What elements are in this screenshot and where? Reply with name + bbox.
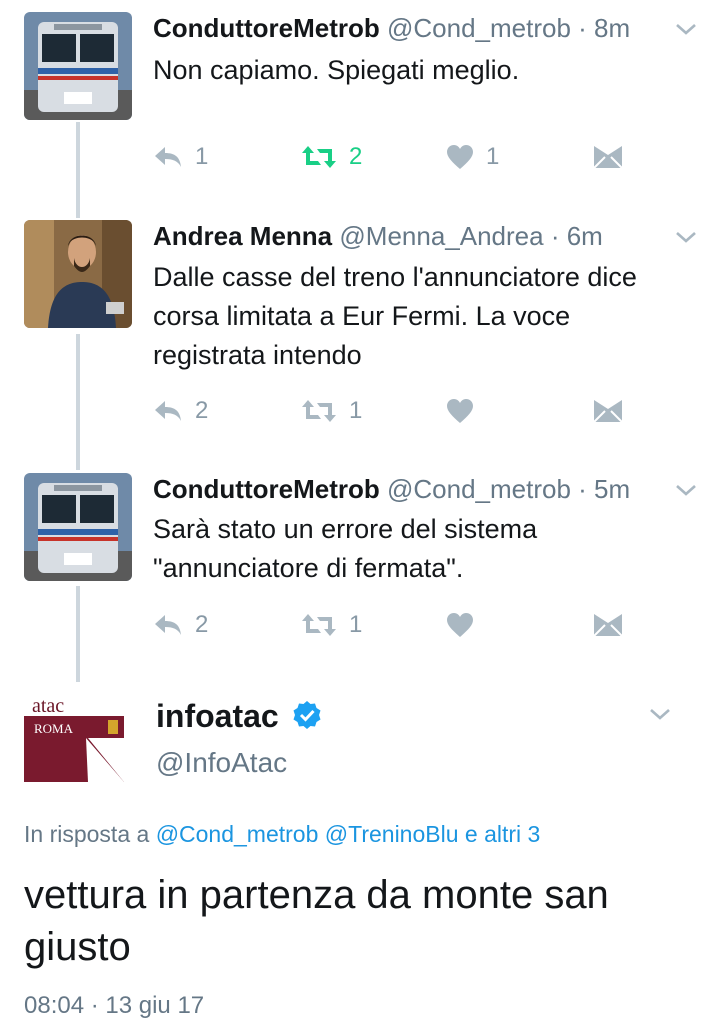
like-button[interactable]: 1 bbox=[446, 142, 499, 172]
avatar[interactable]: atac ROMA bbox=[24, 690, 124, 782]
tweet-text: Non capiamo. Spiegati meglio. bbox=[153, 51, 519, 90]
author-handle[interactable]: @Cond_metrob bbox=[387, 13, 571, 43]
tweet-time: · 5m bbox=[578, 474, 631, 504]
tweet-header: Andrea Menna @Menna_Andrea · 6m bbox=[153, 220, 603, 252]
retweet-button[interactable]: 2 bbox=[301, 142, 362, 172]
reply-icon bbox=[155, 615, 181, 635]
tweet-header: ConduttoreMetrob @Cond_metrob · 8m bbox=[153, 12, 630, 44]
retweet-count: 1 bbox=[349, 397, 363, 424]
like-button[interactable] bbox=[446, 396, 474, 426]
tweet-text: Sarà stato un errore del sistema "annunc… bbox=[153, 510, 537, 588]
reply-icon bbox=[155, 401, 181, 421]
chevron-down-icon[interactable] bbox=[648, 705, 672, 723]
tweet[interactable]: ConduttoreMetrob @Cond_metrob · 5m Sarà … bbox=[0, 473, 720, 643]
like-icon bbox=[447, 613, 473, 637]
tweet[interactable]: Andrea Menna @Menna_Andrea · 6m Dalle ca… bbox=[0, 220, 720, 430]
reply-button[interactable]: 1 bbox=[153, 142, 208, 172]
dm-icon bbox=[593, 146, 623, 169]
retweet-button[interactable]: 1 bbox=[301, 610, 362, 640]
chevron-down-icon[interactable] bbox=[674, 228, 698, 246]
tweet-text-line: Sarà stato un errore del sistema bbox=[153, 514, 538, 544]
reply-count: 1 bbox=[195, 143, 209, 170]
reply-icon bbox=[155, 147, 181, 167]
like-count: 1 bbox=[486, 143, 500, 170]
avatar[interactable] bbox=[24, 220, 132, 328]
reply-button[interactable]: 2 bbox=[153, 396, 208, 426]
person-avatar-image bbox=[24, 220, 132, 328]
train-avatar-image bbox=[24, 473, 132, 581]
tweet-text-line: Dalle casse del treno l'annunciatore dic… bbox=[153, 262, 637, 292]
tweet-text-line: corsa limitata a Eur Fermi. La voce bbox=[153, 301, 571, 331]
tweet-text-line: registrata intendo bbox=[153, 340, 362, 370]
chevron-down-icon[interactable] bbox=[674, 481, 698, 499]
dm-button[interactable] bbox=[593, 396, 623, 426]
author-name[interactable]: Andrea Menna bbox=[153, 221, 332, 251]
atac-logo: atac ROMA bbox=[24, 690, 124, 782]
retweet-button[interactable]: 1 bbox=[301, 396, 362, 426]
reply-prefix: In risposta a bbox=[24, 821, 150, 847]
dm-button[interactable] bbox=[593, 610, 623, 640]
author-handle[interactable]: @Menna_Andrea bbox=[339, 221, 543, 251]
tweet-text-line: "annunciatore di fermata". bbox=[153, 553, 464, 583]
tweet-text-line: Non capiamo. Spiegati meglio. bbox=[153, 55, 520, 85]
main-author-name[interactable]: infoatac bbox=[156, 696, 322, 736]
author-handle[interactable]: @Cond_metrob bbox=[387, 474, 571, 504]
tweet-header: ConduttoreMetrob @Cond_metrob · 5m bbox=[153, 473, 630, 505]
author-name[interactable]: ConduttoreMetrob bbox=[153, 13, 380, 43]
retweet-icon bbox=[302, 146, 336, 168]
atac-city-text: ROMA bbox=[34, 721, 74, 736]
reply-count: 2 bbox=[195, 611, 209, 638]
avatar[interactable] bbox=[24, 473, 132, 581]
author-name[interactable]: infoatac bbox=[156, 698, 279, 734]
dm-icon bbox=[593, 400, 623, 423]
retweet-count: 2 bbox=[349, 143, 363, 170]
tweet[interactable]: ConduttoreMetrob @Cond_metrob · 8m Non c… bbox=[0, 12, 720, 182]
like-icon bbox=[447, 145, 473, 169]
author-handle[interactable]: @InfoAtac bbox=[156, 745, 287, 781]
tweet-actions: 2 1 bbox=[153, 396, 633, 426]
author-name[interactable]: ConduttoreMetrob bbox=[153, 474, 380, 504]
verified-badge-icon bbox=[293, 701, 321, 729]
tweet-text: Dalle casse del treno l'annunciatore dic… bbox=[153, 258, 637, 375]
avatar[interactable] bbox=[24, 12, 132, 120]
like-icon bbox=[447, 399, 473, 423]
reply-mentions-link[interactable]: @Cond_metrob @TreninoBlu e altri 3 bbox=[156, 821, 541, 847]
dm-button[interactable] bbox=[593, 142, 623, 172]
tweet-actions: 2 1 bbox=[153, 610, 633, 640]
atac-logo-text: atac bbox=[32, 695, 64, 717]
train-avatar-image bbox=[24, 12, 132, 120]
tweet-time: · 6m bbox=[550, 221, 603, 251]
tweet-actions: 1 2 1 bbox=[153, 142, 633, 172]
reply-button[interactable]: 2 bbox=[153, 610, 208, 640]
tweet-timestamp: 08:04 · 13 giu 17 bbox=[24, 992, 205, 1019]
tweet-time: · 8m bbox=[578, 13, 631, 43]
retweet-icon bbox=[302, 400, 336, 422]
reply-context: In risposta a @Cond_metrob @TreninoBlu e… bbox=[24, 817, 540, 851]
dm-icon bbox=[593, 614, 623, 637]
main-tweet-text: vettura in partenza da monte san giusto bbox=[24, 873, 609, 969]
retweet-count: 1 bbox=[349, 611, 363, 638]
reply-count: 2 bbox=[195, 397, 209, 424]
like-button[interactable] bbox=[446, 610, 474, 640]
chevron-down-icon[interactable] bbox=[674, 20, 698, 38]
retweet-icon bbox=[302, 614, 336, 636]
